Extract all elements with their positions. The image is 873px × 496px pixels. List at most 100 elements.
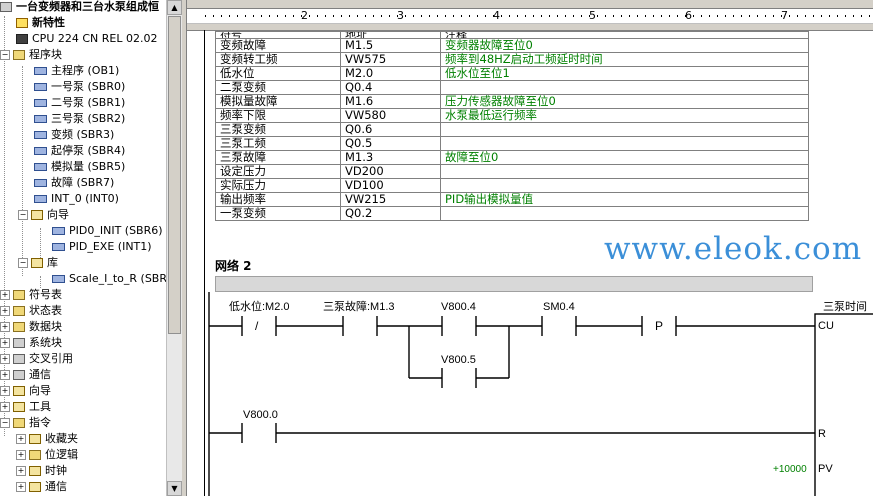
tree-item-cross-ref[interactable]: + 交叉引用 [0,351,73,367]
collapse-toggle[interactable]: − [18,258,28,268]
tree-item-cpu[interactable]: CPU 224 CN REL 02.02 [16,31,157,47]
network-comment-field[interactable] [215,276,813,292]
ruler-tick [821,15,822,17]
collapse-toggle[interactable]: − [0,418,10,428]
expand-toggle[interactable]: + [0,290,10,300]
tree-item-status-table[interactable]: + 状态表 [0,303,62,319]
expand-toggle[interactable]: + [0,322,10,332]
comment-cell [440,136,809,151]
cpu-icon [16,34,28,44]
tree-item-sbr3[interactable]: 变频 (SBR3) [34,127,114,143]
ruler-tick [653,15,654,17]
ruler-tick [725,15,726,17]
expand-toggle[interactable]: + [0,306,10,316]
ruler-tick [333,15,334,17]
tree-item-data-block[interactable]: + 数据块 [0,319,62,335]
ruler-tick [813,15,814,17]
not-symbol: / [255,319,259,333]
tree-item-int0[interactable]: INT_0 (INT0) [34,191,119,207]
tree-item-new-features[interactable]: 新特性 [16,15,65,31]
symbol-table: 符号 地址 注释 变频故障 M1.5 变频器故障至位0 变频转工频 VW575 频率到4… [215,31,809,221]
expand-toggle[interactable]: + [16,434,26,444]
tree-item-sbr6[interactable]: PID0_INIT (SBR6) [52,223,163,239]
expand-toggle[interactable]: + [0,370,10,380]
tree-item-instructions[interactable]: − 指令 [0,415,51,431]
tree-item-ob1[interactable]: 主程序 (OB1) [34,63,119,79]
cross-ref-icon [13,354,25,364]
ruler-number: 7 [781,9,788,22]
tree-root[interactable]: 一台变频器和三台水泵组成恒 [0,0,159,15]
tree-item-program-block[interactable]: − 程序块 [0,47,62,63]
tree-item-favorites[interactable]: + 收藏夹 [16,431,78,447]
ruler-number: 6 [685,9,692,22]
expand-toggle[interactable]: + [0,338,10,348]
expand-toggle[interactable]: + [0,402,10,412]
symbol-cell: 输出频率 [215,192,341,207]
collapse-toggle[interactable]: − [18,210,28,220]
tree-item-comm-instr[interactable]: + 通信 [16,479,67,495]
tree-item-sbr5[interactable]: 模拟量 (SBR5) [34,159,125,175]
tree-scrollbar[interactable]: ▲ ▼ [166,0,183,496]
expand-toggle[interactable]: + [0,354,10,364]
comment-cell [440,178,809,193]
expand-toggle[interactable]: + [0,386,10,396]
symbol-cell: 二泵变频 [215,80,341,95]
table-row: 频率下限 VW580 水泵最低运行频率 [215,108,809,123]
ruler-tick [477,15,478,17]
p-symbol: P [655,319,663,333]
expand-toggle[interactable]: + [16,466,26,476]
program-icon [34,131,47,139]
scroll-down-arrow-icon[interactable]: ▼ [167,481,182,496]
tree-item-sbr0[interactable]: 一号泵 (SBR0) [34,79,125,95]
tree-item-sbr1[interactable]: 二号泵 (SBR1) [34,95,125,111]
tree-item-wizard[interactable]: + 向导 [0,383,51,399]
expand-toggle[interactable]: + [16,450,26,460]
comment-cell [440,206,809,221]
ruler-tick [701,15,702,17]
table-row: 模拟量故障 M1.6 压力传感器故障至位0 [215,94,809,109]
tree-item-sbr2[interactable]: 三号泵 (SBR2) [34,111,125,127]
ruler-tick [573,15,574,17]
tree-item-comm[interactable]: + 通信 [0,367,51,383]
ruler-tick [797,15,798,17]
tree-item-clock[interactable]: + 时钟 [16,463,67,479]
tree-item-wizard-folder[interactable]: − 向导 [18,207,69,223]
collapse-toggle[interactable]: − [0,50,10,60]
clock-icon [29,466,41,476]
table-row: 变频故障 M1.5 变频器故障至位0 [215,38,809,53]
wizard-folder-icon [31,210,43,220]
address-cell: Q0.6 [340,122,441,137]
address-cell: Q0.2 [340,206,441,221]
table-row: 三泵变频 Q0.6 [215,122,809,137]
address-cell: Q0.5 [340,136,441,151]
ruler-tick [469,15,470,17]
program-icon [34,163,47,171]
ruler-tick [773,15,774,17]
ruler-strip: 2 3 4 5 6 7 [187,8,873,24]
tree-item-sbr7[interactable]: 故障 (SBR7) [34,175,114,191]
comment-cell: 变频器故障至位0 [440,38,809,53]
tree-item-system-block[interactable]: + 系统块 [0,335,62,351]
program-icon [52,275,65,283]
ruler-number: 5 [589,9,596,22]
tree-item-bit-logic[interactable]: + 位逻辑 [16,447,78,463]
ruler-tick [341,15,342,17]
tree-item-symbol-table[interactable]: + 符号表 [0,287,62,303]
ruler-tick [413,15,414,17]
tree-item-scale[interactable]: Scale_I_to_R (SBR [52,271,166,287]
scroll-thumb[interactable] [168,16,181,334]
scroll-up-arrow-icon[interactable]: ▲ [167,0,182,15]
expand-toggle[interactable]: + [16,482,26,492]
address-cell: VD200 [340,164,441,179]
project-tree[interactable]: 一台变频器和三台水泵组成恒 新特性 CPU 224 CN REL 02.02 −… [0,0,166,496]
tree-item-sbr4[interactable]: 起停泵 (SBR4) [34,143,125,159]
counter-pv-value: +10000 [773,464,807,475]
tree-item-tools[interactable]: + 工具 [0,399,51,415]
ruler-tick [517,15,518,17]
tree-item-int1[interactable]: PID_EXE (INT1) [52,239,152,255]
ruler-tick [869,15,870,17]
tree-item-library[interactable]: − 库 [18,255,58,271]
symbol-cell: 模拟量故障 [215,94,341,109]
network-title[interactable]: 网络 2 [215,257,252,274]
ruler-tick [533,15,534,17]
